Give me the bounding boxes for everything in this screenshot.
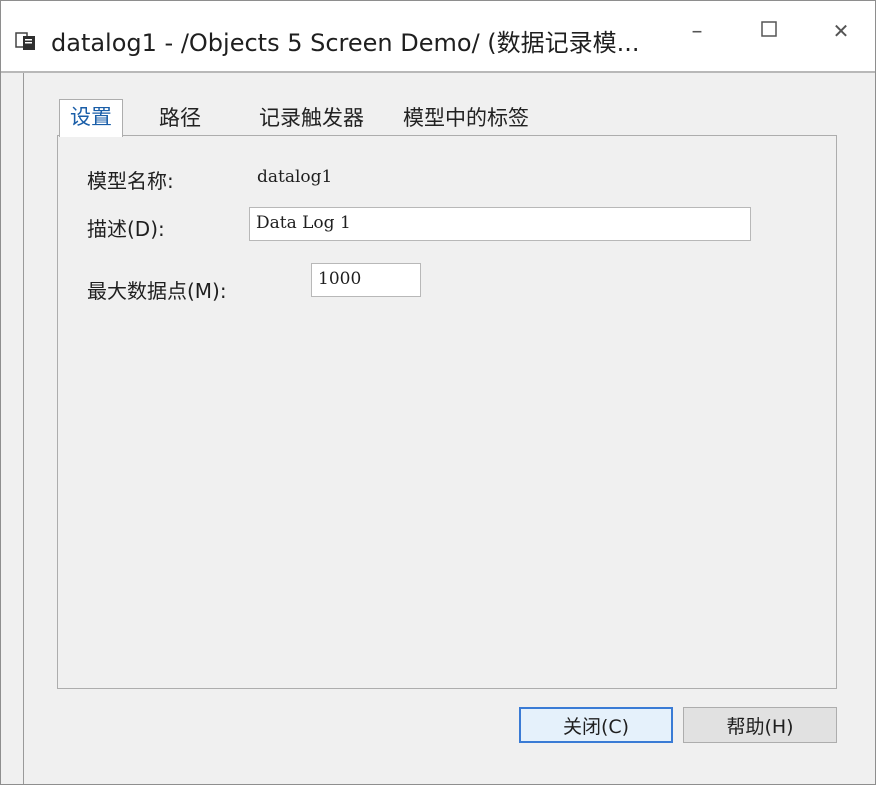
title-bar[interactable]: datalog1 - /Objects 5 Screen Demo/ (数据记录… bbox=[1, 1, 875, 73]
left-border-strip bbox=[1, 73, 24, 784]
tab-tags-in-model[interactable]: 模型中的标签 bbox=[403, 101, 529, 135]
minimize-icon: – bbox=[691, 18, 703, 44]
description-label: 描述(D): bbox=[87, 217, 165, 241]
close-icon: ✕ bbox=[832, 19, 850, 43]
help-button[interactable]: 帮助(H) bbox=[683, 707, 837, 743]
dialog-window: datalog1 - /Objects 5 Screen Demo/ (数据记录… bbox=[0, 0, 876, 785]
close-button[interactable]: 关闭(C) bbox=[519, 707, 673, 743]
maximize-icon bbox=[761, 21, 777, 41]
minimize-button[interactable]: – bbox=[669, 11, 725, 51]
model-name-label: 模型名称: bbox=[87, 169, 174, 193]
max-data-points-label: 最大数据点(M): bbox=[87, 279, 227, 303]
model-name-value: datalog1 bbox=[257, 167, 333, 187]
app-icon bbox=[15, 31, 37, 51]
maximize-button[interactable] bbox=[741, 11, 797, 51]
max-data-points-field[interactable]: 1000 bbox=[311, 263, 421, 297]
description-field[interactable]: Data Log 1 bbox=[249, 207, 751, 241]
tab-settings[interactable]: 设置 bbox=[59, 99, 123, 137]
tab-log-trigger[interactable]: 记录触发器 bbox=[259, 101, 364, 135]
close-window-button[interactable]: ✕ bbox=[813, 11, 869, 51]
window-title: datalog1 - /Objects 5 Screen Demo/ (数据记录… bbox=[51, 29, 640, 57]
tab-path[interactable]: 路径 bbox=[159, 101, 201, 135]
